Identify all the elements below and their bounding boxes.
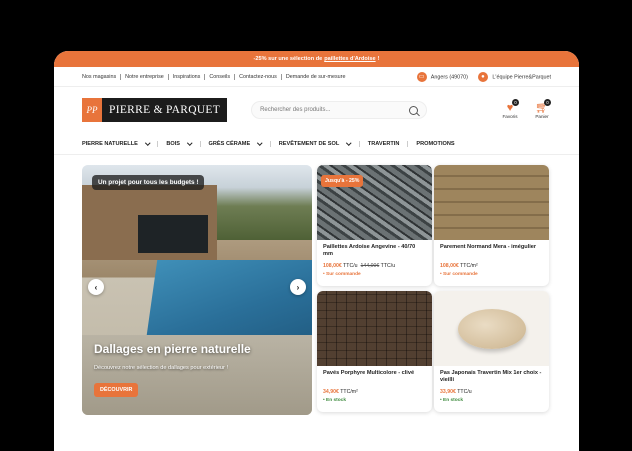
site-header: PP PIERRE & PARQUET Rechercher des produ… [54, 87, 579, 133]
product-image: Jusqu'à - 25% [317, 165, 432, 240]
promo-banner[interactable]: -25% sur une sélection de paillettes d'A… [54, 51, 579, 67]
nav-label: PROMOTIONS [416, 140, 455, 147]
hero-cta-button[interactable]: DÉCOUVRIR [94, 383, 139, 397]
nav-label: GRÈS CÉRAME [208, 140, 251, 147]
stock-status: • En stock [323, 398, 347, 403]
utility-links: Nos magasins Notre entreprise Inspiratio… [82, 73, 350, 80]
main-content: Un projet pour tous les budgets ! ‹ › Da… [54, 155, 579, 425]
header-actions: ♥ 0 Favoris 🛒︎ 0 Panier [501, 98, 551, 119]
user-icon: ● [477, 71, 488, 82]
price-unit: TTC/m² [340, 389, 358, 395]
price-unit: TTC/m² [460, 263, 478, 269]
link-stores[interactable]: Nos magasins [82, 73, 122, 80]
hero-pool-image [146, 260, 312, 335]
chevron-down-icon [187, 140, 193, 145]
price-unit: TTC/u [457, 389, 472, 395]
promo-text: -25% sur une sélection de [253, 56, 323, 62]
promo-suffix: ! [377, 56, 380, 62]
price-old: 144,00€ [360, 263, 380, 269]
hero-subtitle: Découvrez notre sélection de dallages po… [94, 365, 229, 371]
link-custom-request[interactable]: Demande de sur-mesure [282, 74, 350, 80]
product-card[interactable]: Parement Normand Mera - imégulier 108,00… [434, 165, 549, 286]
favorites-button[interactable]: ♥ 0 Favoris [501, 98, 519, 119]
hero-banner[interactable]: Un projet pour tous les budgets ! ‹ › Da… [82, 165, 312, 415]
account-label: L'équipe Pierre&Parquet [492, 73, 551, 80]
product-name[interactable]: Parement Normand Mera - imégulier [440, 244, 543, 260]
browser-page: -25% sur une sélection de paillettes d'A… [54, 51, 579, 451]
price-current: 108,00€ [440, 263, 459, 269]
hero-title: Dallages en pierre naturelle [94, 342, 251, 356]
link-advice[interactable]: Conseils [205, 73, 236, 80]
cart-button[interactable]: 🛒︎ 0 Panier [533, 98, 551, 119]
discount-badge: Jusqu'à - 25% [321, 175, 364, 187]
utility-right: ▭ Angers (49070) ● L'équipe Pierre&Parqu… [416, 71, 551, 82]
product-name[interactable]: Pavés Porphyre Multicolore - clivé [323, 370, 426, 386]
product-name[interactable]: Paillettes Ardoise Angevine - 40/70 mm [323, 244, 426, 260]
main-nav: PIERRE NATURELLE BOIS GRÈS CÉRAME REVÊTE… [54, 133, 579, 155]
product-price: 34,90€ TTC/m² [323, 389, 426, 395]
product-card[interactable]: Pas Japonais Travertin Mix 1er choix - v… [434, 291, 549, 412]
stock-status: • Sur commande [440, 272, 478, 277]
price-old-unit: TTC/u [380, 263, 396, 269]
product-image [434, 165, 549, 240]
search-placeholder: Rechercher des produits... [260, 107, 331, 113]
search-icon[interactable] [409, 105, 419, 115]
favorites-count: 0 [512, 98, 519, 106]
price-current: 33,90€ [440, 389, 456, 395]
link-company[interactable]: Notre entreprise [121, 73, 169, 80]
nav-pierre-naturelle[interactable]: PIERRE NATURELLE [82, 140, 159, 147]
promo-link[interactable]: paillettes d'Ardoise [324, 56, 375, 62]
nav-revetement-de-sol[interactable]: REVÊTEMENT DE SOL [278, 140, 360, 147]
price-current: 108,00€ [323, 263, 342, 269]
store-selector[interactable]: ▭ Angers (49070) [416, 71, 468, 82]
carousel-next-button[interactable]: › [290, 279, 306, 295]
product-price: 33,90€ TTC/u [440, 389, 543, 395]
stock-status: • Sur commande [323, 272, 361, 277]
cart-count: 0 [544, 98, 551, 106]
product-image [317, 291, 432, 366]
hero-house-image [82, 185, 217, 260]
favorites-label: Favoris [502, 113, 518, 119]
price-current: 34,90€ [323, 389, 339, 395]
nav-label: PIERRE NATURELLE [82, 140, 138, 147]
store-icon: ▭ [416, 71, 427, 82]
logo[interactable]: PP PIERRE & PARQUET [82, 98, 228, 122]
nav-label: REVÊTEMENT DE SOL [278, 140, 340, 147]
nav-label: TRAVERTIN [367, 140, 400, 147]
nav-gres-cerame[interactable]: GRÈS CÉRAME [208, 140, 271, 147]
link-inspirations[interactable]: Inspirations [169, 73, 206, 80]
nav-travertin[interactable]: TRAVERTIN [367, 140, 409, 147]
utility-bar: Nos magasins Notre entreprise Inspiratio… [54, 67, 579, 87]
hero-tag: Un projet pour tous les budgets ! [92, 175, 205, 190]
product-card[interactable]: Pavés Porphyre Multicolore - clivé 34,90… [317, 291, 432, 412]
logo-name: PIERRE & PARQUET [102, 98, 228, 122]
product-name[interactable]: Pas Japonais Travertin Mix 1er choix - v… [440, 370, 543, 386]
search-input[interactable]: Rechercher des produits... [251, 101, 428, 119]
price-unit: TTC/u [343, 263, 358, 269]
stock-status: • En stock [440, 398, 464, 403]
logo-mark: PP [82, 98, 102, 122]
product-price: 108,00€ TTC/u 144,00€ TTC/u [323, 263, 426, 269]
nav-bois[interactable]: BOIS [166, 140, 201, 147]
link-contact[interactable]: Contactez-nous [235, 73, 282, 80]
product-card[interactable]: Jusqu'à - 25% Paillettes Ardoise Angevin… [317, 165, 432, 286]
account-link[interactable]: ● L'équipe Pierre&Parquet [477, 71, 551, 82]
nav-label: BOIS [166, 140, 181, 147]
cart-label: Panier [535, 113, 549, 119]
chevron-down-icon [145, 140, 151, 145]
chevron-down-icon [346, 140, 352, 145]
carousel-prev-button[interactable]: ‹ [88, 279, 104, 295]
store-label: Angers (49070) [430, 73, 468, 80]
product-price: 108,00€ TTC/m² [440, 263, 543, 269]
chevron-down-icon [257, 140, 263, 145]
nav-promotions[interactable]: PROMOTIONS [416, 141, 462, 147]
product-image [434, 291, 549, 366]
